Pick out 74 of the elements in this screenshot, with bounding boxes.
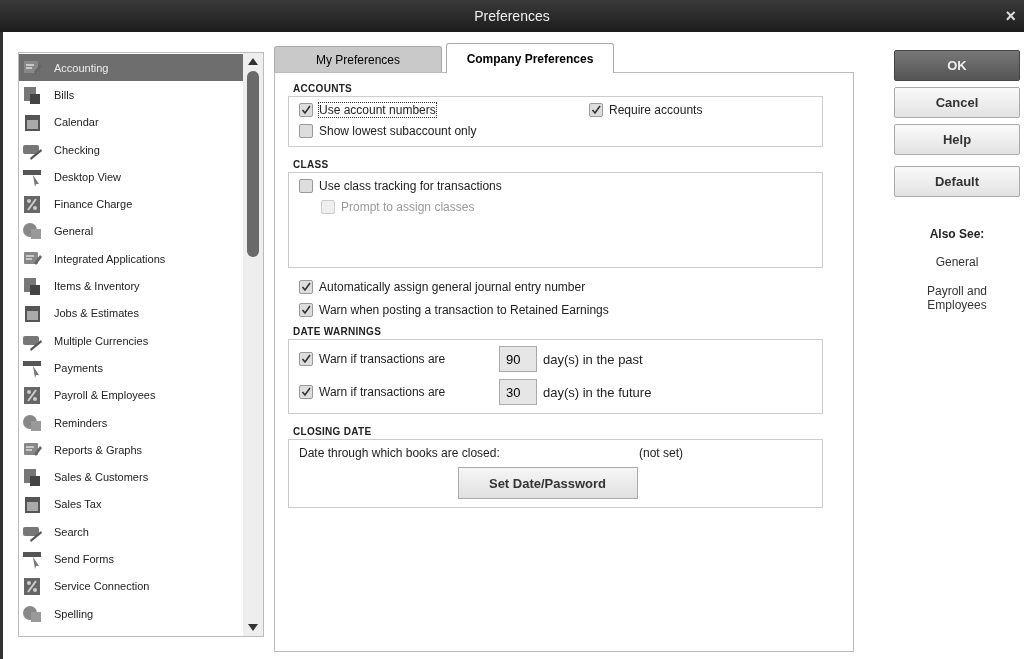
- category-item[interactable]: Sales & Customers: [19, 463, 243, 491]
- days-field[interactable]: 90: [499, 346, 537, 372]
- shapes-icon: [22, 603, 42, 624]
- category-item[interactable]: Checking: [19, 135, 243, 164]
- also-see-link[interactable]: General: [935, 256, 979, 270]
- calendar-icon: [22, 303, 42, 324]
- checkbox-label: Use class tracking for transactions: [319, 179, 502, 193]
- checkbox[interactable]: [299, 385, 313, 399]
- percent-icon: [22, 576, 42, 597]
- shapes-icon: [22, 412, 42, 433]
- checkbox-label: Use account numbers: [319, 103, 436, 117]
- category-item[interactable]: Integrated Applications: [19, 245, 243, 273]
- bill-icon: [22, 84, 42, 105]
- dialog-button[interactable]: Help: [894, 124, 1020, 155]
- category-item[interactable]: Desktop View: [19, 163, 243, 191]
- tab[interactable]: Company Preferences: [446, 43, 614, 73]
- category-item[interactable]: Items & Inventory: [19, 272, 243, 300]
- section-title: DATE WARNINGS: [293, 326, 383, 337]
- close-button[interactable]: ×: [1005, 6, 1016, 27]
- window-title: Preferences: [474, 8, 550, 24]
- calendar-icon: [22, 494, 42, 515]
- checkbox[interactable]: [299, 303, 313, 317]
- checkbox-label: Require accounts: [609, 103, 703, 117]
- category-item[interactable]: General: [19, 217, 243, 246]
- checkbox-label: Warn when posting a transaction to Retained Earnings: [319, 303, 609, 317]
- checkbox[interactable]: [299, 352, 313, 366]
- checkbox[interactable]: [589, 103, 603, 117]
- category-item[interactable]: Payments: [19, 354, 243, 382]
- days-field[interactable]: 30: [499, 379, 537, 405]
- tab[interactable]: My Preferences: [274, 46, 442, 72]
- checkbox[interactable]: [299, 103, 313, 117]
- category-item[interactable]: Send Forms: [19, 545, 243, 573]
- category-item[interactable]: Calendar: [19, 108, 243, 136]
- checkbox-label: Show lowest subaccount only: [319, 124, 477, 138]
- checkbox[interactable]: [299, 280, 313, 294]
- also-see-heading: Also See:: [929, 227, 985, 241]
- category-item[interactable]: Accounting: [19, 54, 243, 82]
- scrollbar-drawing[interactable]: [243, 53, 263, 636]
- category-item[interactable]: Service Connection: [19, 572, 243, 600]
- also-see-link[interactable]: Payroll and Employees: [914, 284, 1000, 313]
- category-item[interactable]: Multiple Currencies: [19, 326, 243, 355]
- dialog-button[interactable]: Cancel: [894, 87, 1020, 118]
- checkbox-label: Prompt to assign classes: [341, 200, 475, 214]
- dialog-button[interactable]: OK: [894, 50, 1020, 81]
- checkbox-label: Warn if transactions are: [319, 385, 446, 399]
- dialog-button[interactable]: Default: [894, 166, 1020, 197]
- field-suffix: day(s) in the future: [543, 384, 652, 400]
- percent-icon: [22, 194, 42, 215]
- checkbox[interactable]: [299, 124, 313, 138]
- category-item[interactable]: Reports & Graphs: [19, 436, 243, 464]
- desktop-cursor-icon: [22, 549, 42, 569]
- category-item[interactable]: Search: [19, 518, 243, 546]
- checkbox-label: Automatically assign general journal entry number: [319, 280, 586, 294]
- checkbox-label: Warn if transactions are: [319, 352, 446, 366]
- percent-icon: [22, 385, 42, 406]
- category-item[interactable]: Finance Charge: [19, 190, 243, 218]
- section-title: ACCOUNTS: [293, 83, 354, 94]
- section-title: CLASS: [293, 159, 330, 170]
- set-date-password-button[interactable]: Set Date/Password: [457, 467, 638, 499]
- bill-icon: [22, 467, 42, 488]
- category-item[interactable]: Spelling: [19, 599, 243, 628]
- closing-date-label: Date through which books are closed:: [299, 446, 501, 460]
- closing-date-value: (not set): [639, 446, 683, 460]
- section-title: CLOSING DATE: [293, 426, 373, 437]
- shapes-icon: [22, 221, 42, 242]
- field-suffix: day(s) in the past: [543, 351, 643, 367]
- checkbox[interactable]: [299, 179, 313, 193]
- category-item[interactable]: Payroll & Employees: [19, 381, 243, 409]
- category-item[interactable]: Jobs & Estimates: [19, 299, 243, 327]
- category-item[interactable]: Reminders: [19, 408, 243, 437]
- bill-icon: [22, 276, 42, 296]
- category-item[interactable]: Bills: [19, 81, 243, 109]
- category-item[interactable]: Sales Tax: [19, 490, 243, 519]
- calendar-icon: [22, 112, 42, 133]
